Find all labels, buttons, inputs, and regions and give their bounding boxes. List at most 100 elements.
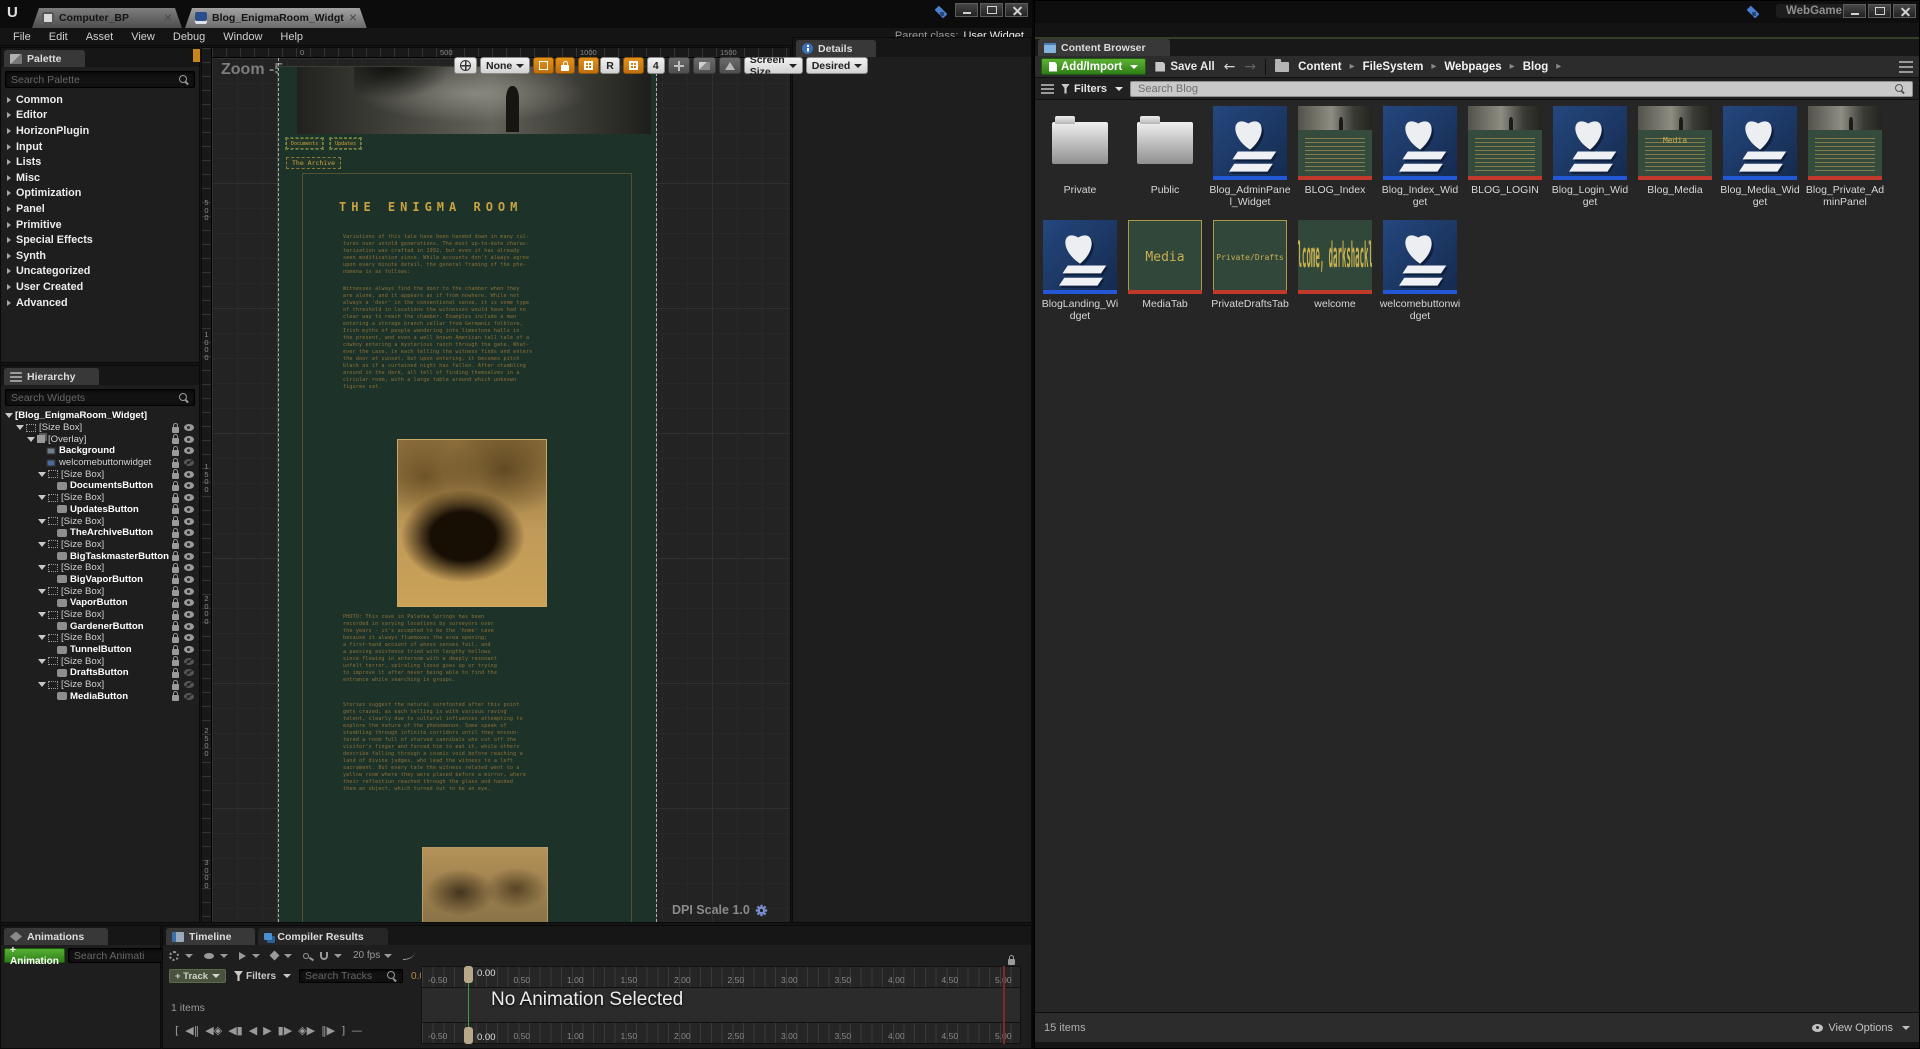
tree-row[interactable]: [Size Box] bbox=[1, 632, 199, 644]
screen-size-dropdown[interactable]: Screen Size bbox=[744, 57, 803, 74]
track-search-input[interactable] bbox=[305, 970, 383, 982]
palette-category[interactable]: Primitive bbox=[1, 217, 199, 233]
palette-category[interactable]: Misc bbox=[1, 170, 199, 186]
asset-blog_media[interactable]: MediaBlog_Media bbox=[1634, 106, 1716, 208]
minimize-button[interactable] bbox=[955, 3, 978, 17]
eye-icon[interactable] bbox=[184, 447, 194, 454]
add-track-button[interactable]: + Track bbox=[169, 969, 226, 983]
palette-category[interactable]: Optimization bbox=[1, 186, 199, 202]
menu-help[interactable]: Help bbox=[271, 31, 312, 43]
cb-search-input[interactable] bbox=[1130, 81, 1913, 97]
expand-arrow-icon[interactable] bbox=[7, 190, 11, 196]
transport-button[interactable]: [ bbox=[175, 1024, 179, 1037]
expand-arrow-icon[interactable] bbox=[7, 112, 11, 118]
view-options-button[interactable]: View Options bbox=[1812, 1022, 1910, 1034]
eye-icon[interactable] bbox=[184, 599, 194, 606]
tab-animations[interactable]: Animations bbox=[4, 928, 108, 945]
tree-row[interactable]: [Size Box] bbox=[1, 609, 199, 621]
tree-row[interactable]: MediaButton bbox=[1, 691, 199, 703]
transport-button[interactable]: ◀ bbox=[249, 1024, 257, 1037]
lock-icon[interactable] bbox=[172, 660, 179, 666]
asset-bloglanding_widget[interactable]: BlogLanding_Widget bbox=[1039, 220, 1121, 322]
asset-blog_adminpanel_widget[interactable]: Blog_AdminPanel_Widget bbox=[1209, 106, 1291, 208]
lock-icon[interactable] bbox=[172, 590, 179, 596]
eye-icon[interactable] bbox=[184, 518, 194, 525]
expand-arrow-icon[interactable] bbox=[7, 175, 11, 181]
lock-icon[interactable] bbox=[172, 532, 179, 538]
tree-row[interactable]: GardenerButton bbox=[1, 620, 199, 632]
flow-direction-dropdown[interactable]: None bbox=[480, 57, 530, 74]
palette-category[interactable]: HorizonPlugin bbox=[1, 123, 199, 139]
expand-arrow-icon[interactable] bbox=[7, 128, 11, 134]
expander-icon[interactable] bbox=[38, 612, 46, 617]
transport-button[interactable]: ▶ bbox=[263, 1024, 271, 1037]
lock-icon[interactable] bbox=[172, 649, 179, 655]
localization-preview-button[interactable] bbox=[454, 57, 477, 74]
updates-button[interactable]: Updates bbox=[330, 138, 361, 149]
hierarchy-search-input[interactable] bbox=[11, 392, 175, 404]
tree-row[interactable]: [Size Box] bbox=[1, 515, 199, 527]
eye-icon[interactable] bbox=[184, 623, 194, 630]
expander-icon[interactable] bbox=[38, 542, 46, 547]
close-button[interactable] bbox=[1005, 3, 1028, 17]
tree-row[interactable]: [Blog_EnigmaRoom_Widget] bbox=[1, 410, 199, 422]
widget-preview-page[interactable]: DocumentsUpdates The Archive THE ENIGMA … bbox=[278, 67, 656, 922]
eye-icon[interactable] bbox=[184, 506, 194, 513]
layout-grid-button[interactable] bbox=[623, 57, 644, 74]
expand-arrow-icon[interactable] bbox=[7, 300, 11, 306]
breadcrumb-filesystem[interactable]: FileSystem bbox=[1363, 61, 1424, 73]
tab-content-browser[interactable]: Content Browser bbox=[1038, 39, 1170, 56]
playback-dropdown[interactable] bbox=[239, 952, 260, 960]
eye-icon[interactable] bbox=[184, 482, 194, 489]
menu-view[interactable]: View bbox=[122, 31, 164, 43]
tree-row[interactable]: [Size Box] bbox=[1, 422, 199, 434]
asset-blog_login[interactable]: BLOG_LOGIN bbox=[1464, 106, 1546, 208]
expander-icon[interactable] bbox=[38, 495, 46, 500]
track-filters-button[interactable]: Filters bbox=[234, 971, 291, 982]
preview-background-button[interactable] bbox=[693, 57, 716, 74]
tree-row[interactable]: BigTaskmasterButton bbox=[1, 550, 199, 562]
tree-row[interactable]: [Size Box] bbox=[1, 539, 199, 551]
tab-hierarchy[interactable]: Hierarchy bbox=[4, 368, 99, 385]
breadcrumb-content[interactable]: Content bbox=[1298, 61, 1341, 73]
tree-row[interactable]: Background bbox=[1, 445, 199, 457]
transport-button[interactable]: ◀▮ bbox=[228, 1024, 243, 1037]
transport-button[interactable]: ◀‖ bbox=[185, 1024, 199, 1037]
designer-canvas[interactable]: Zoom -5 DocumentsUpdates The Archive THE… bbox=[212, 58, 790, 922]
close-icon[interactable] bbox=[164, 14, 172, 22]
expand-arrow-icon[interactable] bbox=[7, 284, 11, 290]
expand-arrow-icon[interactable] bbox=[7, 253, 11, 259]
asset-blog_index_widget[interactable]: Blog_Index_Widget bbox=[1379, 106, 1461, 208]
asset-private[interactable]: Private bbox=[1039, 106, 1121, 208]
eye-icon[interactable] bbox=[184, 541, 194, 548]
eye-icon[interactable] bbox=[184, 471, 194, 478]
expander-icon[interactable] bbox=[38, 565, 46, 570]
playhead-handle[interactable] bbox=[464, 1027, 473, 1044]
tree-row[interactable]: TheArchiveButton bbox=[1, 527, 199, 539]
documents-button[interactable]: Documents bbox=[286, 138, 323, 149]
transport-button[interactable]: ▮▶ bbox=[278, 1024, 293, 1037]
filters-button[interactable]: Filters bbox=[1061, 83, 1123, 95]
tree-row[interactable]: DocumentsButton bbox=[1, 480, 199, 492]
palette-category[interactable]: Advanced bbox=[1, 295, 199, 311]
maximize-button[interactable] bbox=[980, 3, 1003, 17]
lock-icon[interactable] bbox=[172, 543, 179, 549]
asset-privatedraftstab[interactable]: Private/DraftsPrivateDraftsTab bbox=[1209, 220, 1291, 322]
tree-row[interactable]: VaporButton bbox=[1, 597, 199, 609]
lock-icon[interactable] bbox=[172, 438, 179, 444]
lock-icon[interactable] bbox=[172, 450, 179, 456]
add-import-button[interactable]: Add/Import bbox=[1041, 58, 1146, 75]
tab-palette[interactable]: Palette bbox=[4, 50, 85, 67]
palette-category[interactable]: Lists bbox=[1, 154, 199, 170]
expand-arrow-icon[interactable] bbox=[7, 144, 11, 150]
expander-icon[interactable] bbox=[38, 659, 46, 664]
eye-icon[interactable] bbox=[184, 553, 194, 560]
expand-arrow-icon[interactable] bbox=[7, 237, 11, 243]
expand-arrow-icon[interactable] bbox=[7, 206, 11, 212]
lock-icon[interactable] bbox=[172, 508, 179, 514]
lock-icon[interactable] bbox=[172, 625, 179, 631]
playhead-handle[interactable] bbox=[464, 966, 473, 983]
menu-asset[interactable]: Asset bbox=[77, 31, 123, 43]
tree-row[interactable]: [Size Box] bbox=[1, 468, 199, 480]
lock-icon[interactable] bbox=[172, 485, 179, 491]
